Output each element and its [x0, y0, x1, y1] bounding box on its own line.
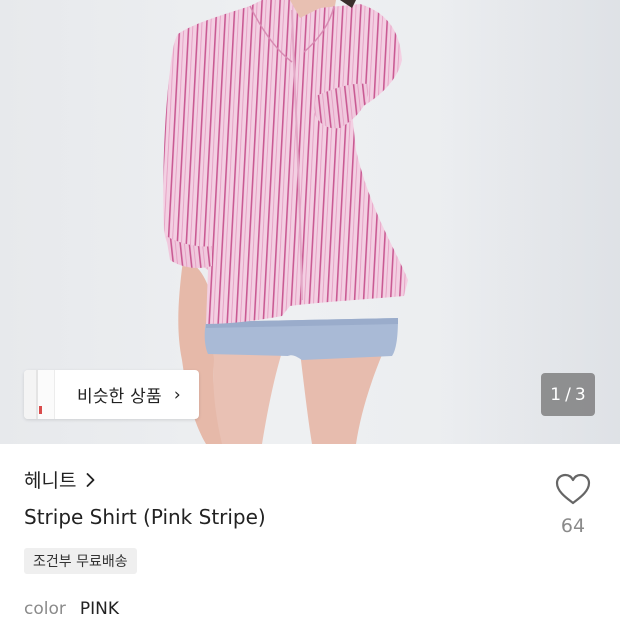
image-page-indicator: 1 / 3: [541, 373, 595, 416]
page-total: 3: [574, 384, 586, 405]
similar-product-thumbnail: [24, 370, 55, 419]
product-image-gallery[interactable]: 비슷한 상품 › 1 / 3: [0, 0, 620, 444]
brand-name: 헤니트: [24, 470, 77, 492]
option-row: color PINK: [24, 599, 119, 619]
similar-products-label: 비슷한 상품: [77, 387, 162, 407]
option-key: color: [24, 599, 66, 619]
shipping-badge: 조건부 무료배송: [24, 548, 137, 574]
page-current: 1: [550, 384, 562, 405]
product-title: Stripe Shirt (Pink Stripe): [24, 505, 266, 529]
option-value: PINK: [79, 599, 120, 619]
page-separator: /: [565, 384, 571, 405]
like-button[interactable]: 64: [553, 472, 593, 537]
heart-outline-icon: [555, 473, 591, 505]
like-count: 64: [560, 515, 586, 537]
brand-link[interactable]: 헤니트: [24, 466, 95, 493]
chevron-right-icon: ›: [173, 384, 181, 405]
similar-products-button[interactable]: 비슷한 상품 ›: [24, 370, 199, 419]
chevron-right-icon: [87, 472, 95, 487]
